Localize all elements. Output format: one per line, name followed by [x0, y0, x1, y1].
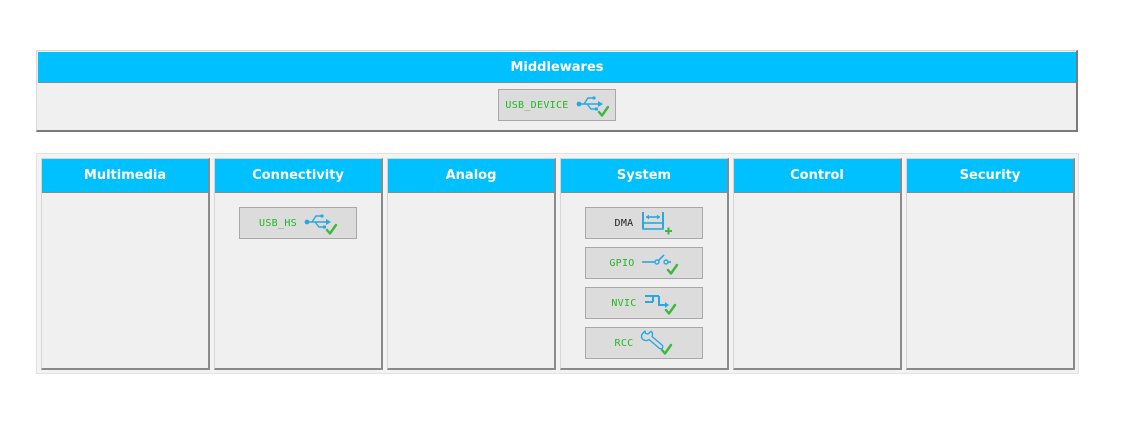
category-area: Multimedia Connectivity USB_HS Analog Sy… — [36, 153, 1079, 374]
category-header: Control — [734, 159, 900, 193]
usb-icon — [576, 96, 609, 117]
middlewares-panel: Middlewares USB_DEVICE — [36, 50, 1078, 132]
category-control: Control — [733, 158, 902, 370]
chip-label: USB_HS — [259, 217, 297, 229]
gpio-switch-icon — [641, 254, 678, 275]
category-system: System DMA GPIO NVIC RCC — [560, 158, 729, 370]
category-connectivity: Connectivity USB_HS — [214, 158, 383, 370]
wrench-icon — [641, 330, 673, 355]
chip-label: GPIO — [609, 257, 635, 269]
gpio-chip[interactable]: GPIO — [585, 247, 703, 279]
category-header: Connectivity — [215, 159, 381, 193]
dma-icon — [642, 212, 673, 235]
chip-label: RCC — [614, 337, 634, 349]
category-header: Multimedia — [42, 159, 208, 193]
check-icon — [666, 263, 678, 275]
category-header: Analog — [388, 159, 554, 193]
nvic-icon — [644, 295, 676, 315]
category-security: Security — [906, 158, 1075, 370]
category-analog: Analog — [387, 158, 556, 370]
chip-label: USB_DEVICE — [505, 99, 569, 111]
middlewares-header: Middlewares — [38, 52, 1076, 83]
usb-device-chip[interactable]: USB_DEVICE — [498, 89, 616, 121]
usb-hs-chip[interactable]: USB_HS — [239, 207, 357, 239]
rcc-chip[interactable]: RCC — [585, 327, 703, 359]
check-icon — [664, 303, 676, 315]
usb-icon — [304, 214, 337, 235]
check-icon — [597, 105, 609, 117]
check-icon — [325, 223, 337, 235]
nvic-chip[interactable]: NVIC — [585, 287, 703, 319]
chip-label: DMA — [614, 217, 634, 229]
plus-icon — [665, 227, 673, 235]
dma-chip[interactable]: DMA — [585, 207, 703, 239]
category-header: System — [561, 159, 727, 193]
category-header: Security — [907, 159, 1073, 193]
category-multimedia: Multimedia — [41, 158, 210, 370]
chip-label: NVIC — [611, 297, 637, 309]
